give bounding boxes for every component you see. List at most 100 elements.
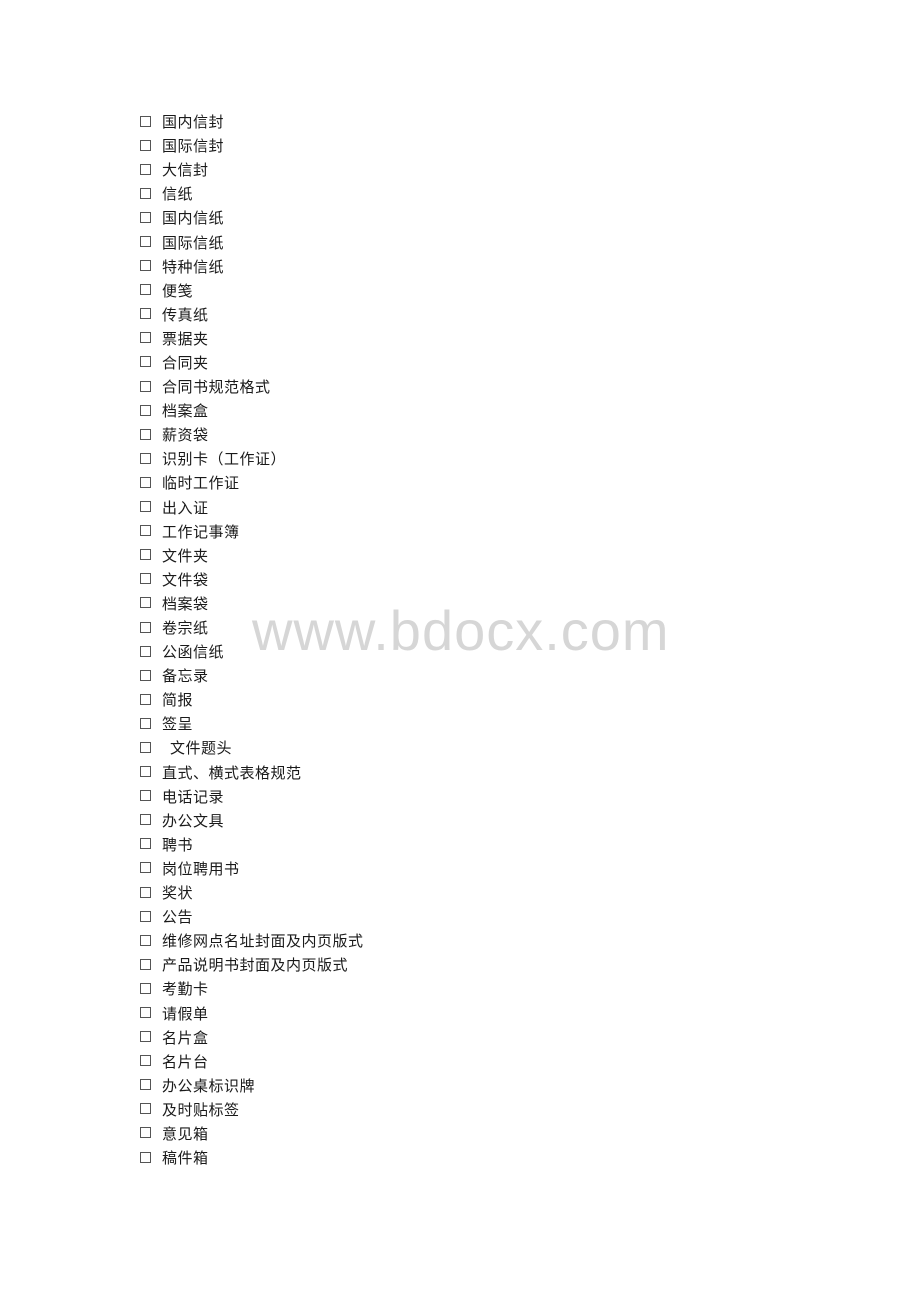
- checklist-item-label: 工作记事簿: [162, 522, 240, 541]
- checklist-item-label: 国际信封: [162, 137, 225, 156]
- checklist-item-label: 简报: [162, 691, 194, 710]
- checkbox-icon[interactable]: [140, 428, 151, 440]
- checklist-item: 出入证: [140, 496, 364, 520]
- checkbox-icon[interactable]: [140, 332, 151, 344]
- checkbox-icon[interactable]: [140, 693, 151, 705]
- checklist-item-label: 维修网点名址封面及内页版式: [162, 932, 364, 951]
- checkbox-icon[interactable]: [140, 501, 151, 513]
- checklist-item: 聘书: [140, 833, 364, 857]
- checkbox-icon[interactable]: [140, 838, 151, 850]
- checklist-item: 识别卡（工作证）: [140, 447, 364, 471]
- checklist-item: 卷宗纸: [140, 616, 364, 640]
- checklist-item-label: 大信封: [162, 161, 209, 180]
- checklist-item-label: 传真纸: [162, 305, 209, 324]
- checkbox-icon[interactable]: [140, 741, 151, 753]
- checkbox-icon[interactable]: [140, 308, 151, 320]
- checkbox-icon[interactable]: [140, 404, 151, 416]
- checkbox-icon[interactable]: [140, 163, 151, 175]
- checklist-item: 名片盒: [140, 1026, 364, 1050]
- checklist-item: 档案盒: [140, 399, 364, 423]
- checkbox-icon[interactable]: [140, 717, 151, 729]
- checkbox-icon[interactable]: [140, 260, 151, 272]
- checklist-item: 办公桌标识牌: [140, 1074, 364, 1098]
- checklist-item-label: 合同书规范格式: [162, 378, 271, 397]
- checklist-item: 意见箱: [140, 1122, 364, 1146]
- checklist-item: 名片台: [140, 1050, 364, 1074]
- checklist-item: 考勤卡: [140, 977, 364, 1001]
- checklist-item-label: 名片台: [162, 1052, 209, 1071]
- checkbox-icon[interactable]: [140, 982, 151, 994]
- checklist-item-label: 产品说明书封面及内页版式: [162, 956, 349, 975]
- checkbox-icon[interactable]: [140, 115, 151, 127]
- checkbox-icon[interactable]: [140, 573, 151, 585]
- checkbox-icon[interactable]: [140, 1007, 151, 1019]
- checkbox-icon[interactable]: [140, 476, 151, 488]
- checklist-item: 简报: [140, 688, 364, 712]
- checkbox-icon[interactable]: [140, 1103, 151, 1115]
- checklist-item: 公告: [140, 905, 364, 929]
- checklist-item-label: 稿件箱: [162, 1149, 209, 1168]
- checklist-item-label: 名片盒: [162, 1028, 209, 1047]
- checkbox-icon[interactable]: [140, 187, 151, 199]
- checklist-item-label: 考勤卡: [162, 980, 209, 999]
- checklist-item-label: 出入证: [162, 498, 209, 517]
- checkbox-icon[interactable]: [140, 645, 151, 657]
- checklist-item-label: 便笺: [162, 281, 194, 300]
- checklist-item: 电话记录: [140, 785, 364, 809]
- checklist-item: 合同夹: [140, 351, 364, 375]
- checklist-item-label: 国际信纸: [162, 233, 225, 252]
- checklist-item: 便笺: [140, 279, 364, 303]
- checklist-item-label: 直式、横式表格规范: [162, 763, 302, 782]
- checkbox-icon[interactable]: [140, 766, 151, 778]
- checklist-item: 签呈: [140, 712, 364, 736]
- checkbox-icon[interactable]: [140, 356, 151, 368]
- checklist-item: 奖状: [140, 881, 364, 905]
- checklist-item-label: 文件袋: [162, 570, 209, 589]
- checkbox-icon[interactable]: [140, 958, 151, 970]
- checkbox-icon[interactable]: [140, 284, 151, 296]
- checkbox-icon[interactable]: [140, 814, 151, 826]
- checkbox-icon[interactable]: [140, 380, 151, 392]
- checkbox-icon[interactable]: [140, 621, 151, 633]
- checkbox-icon[interactable]: [140, 211, 151, 223]
- checklist-item-label: 办公桌标识牌: [162, 1076, 256, 1095]
- checklist-item: 请假单: [140, 1001, 364, 1025]
- checkbox-icon[interactable]: [140, 549, 151, 561]
- checklist-item-label: 岗位聘用书: [162, 859, 240, 878]
- checklist-item-label: 临时工作证: [162, 474, 240, 493]
- checkbox-icon[interactable]: [140, 934, 151, 946]
- checklist-item: 文件题头: [140, 736, 364, 760]
- checkbox-icon[interactable]: [140, 139, 151, 151]
- checkbox-icon[interactable]: [140, 1127, 151, 1139]
- checklist-item: 文件夹: [140, 544, 364, 568]
- checklist-item-label: 电话记录: [162, 787, 225, 806]
- checklist-item: 国内信封: [140, 110, 364, 134]
- checklist-item: 薪资袋: [140, 423, 364, 447]
- checkbox-icon[interactable]: [140, 862, 151, 874]
- checkbox-icon[interactable]: [140, 886, 151, 898]
- checklist-item: 办公文具: [140, 809, 364, 833]
- checkbox-icon[interactable]: [140, 236, 151, 248]
- checkbox-icon[interactable]: [140, 525, 151, 537]
- checkbox-icon[interactable]: [140, 790, 151, 802]
- checkbox-icon[interactable]: [140, 597, 151, 609]
- checkbox-icon[interactable]: [140, 669, 151, 681]
- checkbox-icon[interactable]: [140, 1055, 151, 1067]
- checklist-item: 档案袋: [140, 592, 364, 616]
- checklist: 国内信封 国际信封 大信封 信纸 国内信纸 国际信纸 特种信纸 便笺 传真纸 票据夹 合同夹 合同书规…: [140, 110, 364, 1170]
- checklist-item-label: 公函信纸: [162, 643, 225, 662]
- checklist-item: 信纸: [140, 182, 364, 206]
- checklist-item-label: 国内信纸: [162, 209, 225, 228]
- checklist-item-label: 奖状: [162, 884, 194, 903]
- checklist-item: 临时工作证: [140, 471, 364, 495]
- checklist-item-label: 档案袋: [162, 594, 209, 613]
- checkbox-icon[interactable]: [140, 910, 151, 922]
- checkbox-icon[interactable]: [140, 452, 151, 464]
- checkbox-icon[interactable]: [140, 1031, 151, 1043]
- checkbox-icon[interactable]: [140, 1151, 151, 1163]
- checklist-item-label: 文件夹: [162, 546, 209, 565]
- checklist-item: 及时贴标签: [140, 1098, 364, 1122]
- checklist-item-label: 文件题头: [170, 739, 233, 758]
- checkbox-icon[interactable]: [140, 1079, 151, 1091]
- checklist-item: 国际信纸: [140, 230, 364, 254]
